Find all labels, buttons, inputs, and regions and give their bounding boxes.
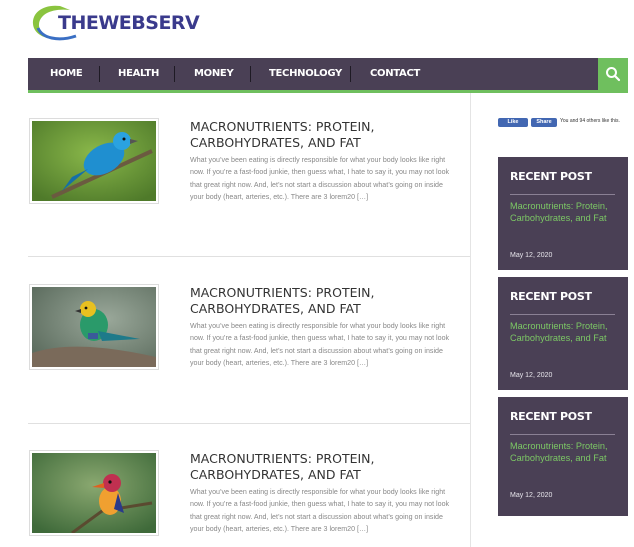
site-logo[interactable]: THEWEBSERV [30,2,200,46]
nav-separator [350,66,351,82]
post-title[interactable]: MACRONUTRIENTS: PROTEIN, CARBOHYDRATES, … [190,451,460,483]
recent-post-link[interactable]: Macronutrients: Protein, Carbohydrates, … [510,200,615,224]
widget-title: RECENT POST [510,170,592,183]
post-title[interactable]: MACRONUTRIENTS: PROTEIN, CARBOHYDRATES, … [190,119,460,151]
nav-technology[interactable]: TECHNOLOGY [269,58,342,90]
widget-title: RECENT POST [510,290,592,303]
post-excerpt: What you’ve been eating is directly resp… [190,322,450,367]
recent-post-date: May 12, 2020 [510,372,553,379]
recent-post-date: May 12, 2020 [510,492,553,499]
nav-accent-bar [28,90,628,93]
widget-divider [510,314,615,315]
widget-divider [510,434,615,435]
nav-contact[interactable]: CONTACT [370,58,420,90]
recent-post-link[interactable]: Macronutrients: Protein, Carbohydrates, … [510,440,615,464]
main-nav: HOME HEALTH MONEY TECHNOLOGY CONTACT [28,58,598,90]
post-thumbnail[interactable] [29,450,159,536]
content-divider [470,93,471,547]
post-excerpt: What you’ve been eating is directly resp… [190,488,450,533]
post-divider [28,423,470,424]
widget-divider [510,194,615,195]
fb-like-button[interactable]: Like [498,118,528,127]
search-icon [606,67,621,82]
logo-text: THEWEBSERV [58,12,200,34]
nav-separator [99,66,100,82]
recent-post-link[interactable]: Macronutrients: Protein, Carbohydrates, … [510,320,615,344]
nav-separator [174,66,175,82]
post-title[interactable]: MACRONUTRIENTS: PROTEIN, CARBOHYDRATES, … [190,285,460,317]
post-thumbnail[interactable] [29,118,159,204]
recent-post-widget: RECENT POST Macronutrients: Protein, Car… [498,157,628,270]
recent-post-date: May 12, 2020 [510,252,553,259]
fb-share-button[interactable]: Share [531,118,557,127]
post-thumbnail[interactable] [29,284,159,370]
widget-title: RECENT POST [510,410,592,423]
green-bird-photo [32,287,156,367]
recent-post-widget: RECENT POST Macronutrients: Protein, Car… [498,277,628,390]
nav-money[interactable]: MONEY [194,58,234,90]
nav-home[interactable]: HOME [50,58,83,90]
blue-bird-photo [32,121,156,201]
recent-post-widget: RECENT POST Macronutrients: Protein, Car… [498,397,628,516]
post-divider [28,256,470,257]
kingfisher-photo [32,453,156,533]
nav-health[interactable]: HEALTH [118,58,159,90]
nav-separator [250,66,251,82]
fb-like-count: You and 94 others like this. [560,118,620,124]
search-button[interactable] [598,58,628,90]
post-excerpt: What you’ve been eating is directly resp… [190,156,450,201]
